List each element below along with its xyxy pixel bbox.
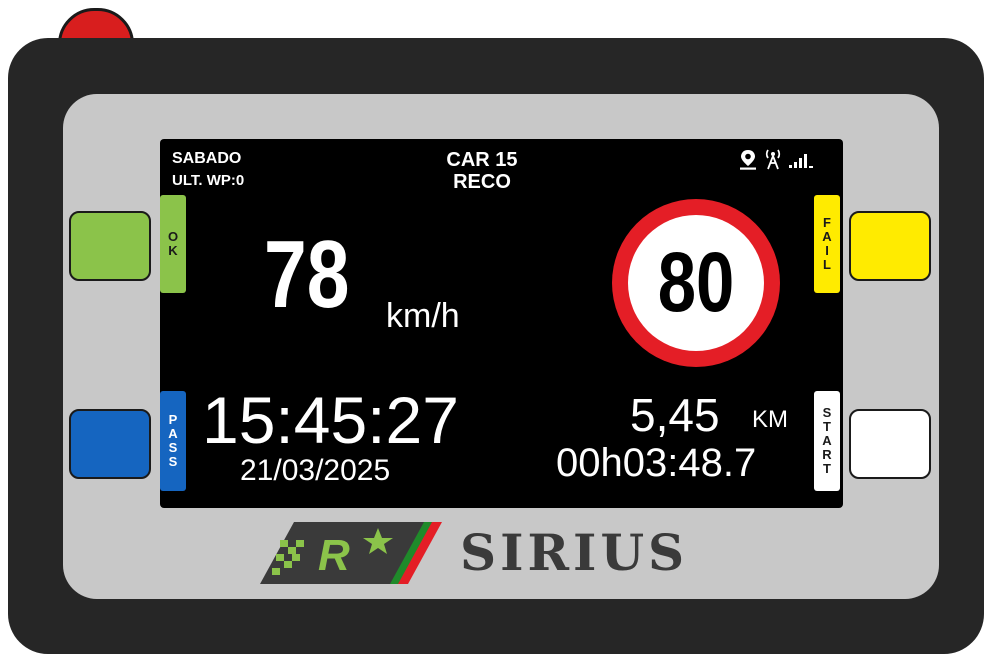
trip-elapsed: 00h03:48.7 <box>556 441 757 485</box>
brand-name: SIRIUS <box>460 523 689 582</box>
car-number: CAR 15 <box>446 149 518 171</box>
ok-hardware-button[interactable] <box>69 211 151 281</box>
svg-text:R: R <box>318 531 350 580</box>
last-waypoint-label: ULT. WP:0 <box>172 172 245 189</box>
day-label: SABADO <box>172 150 242 167</box>
speed-unit: km/h <box>386 297 460 335</box>
display-screen: SABADO ULT. WP:0 CAR 15 RECO OK PASS FAI… <box>160 139 843 508</box>
trip-distance: 5,45 <box>630 389 720 441</box>
pass-hardware-button[interactable] <box>69 409 151 479</box>
brand-logo-icon: R <box>260 522 442 584</box>
speed-limit-value: 80 <box>657 235 735 329</box>
clock-time: 15:45:27 <box>202 383 459 457</box>
start-hardware-button[interactable] <box>849 409 931 479</box>
start-label: START <box>814 391 840 491</box>
fail-label: FAIL <box>814 195 840 293</box>
pass-label: PASS <box>160 391 186 491</box>
location-pin-icon <box>740 150 756 170</box>
mode-label: RECO <box>453 171 511 193</box>
clock-date: 21/03/2025 <box>240 454 391 487</box>
antenna-icon <box>765 149 781 170</box>
signal-bars-icon <box>789 154 813 168</box>
ok-label: OK <box>160 195 186 293</box>
current-speed: 78 <box>264 221 350 328</box>
trip-distance-unit: KM <box>752 406 788 433</box>
fail-hardware-button[interactable] <box>849 211 931 281</box>
speed-limit-sign: 80 <box>612 199 780 367</box>
